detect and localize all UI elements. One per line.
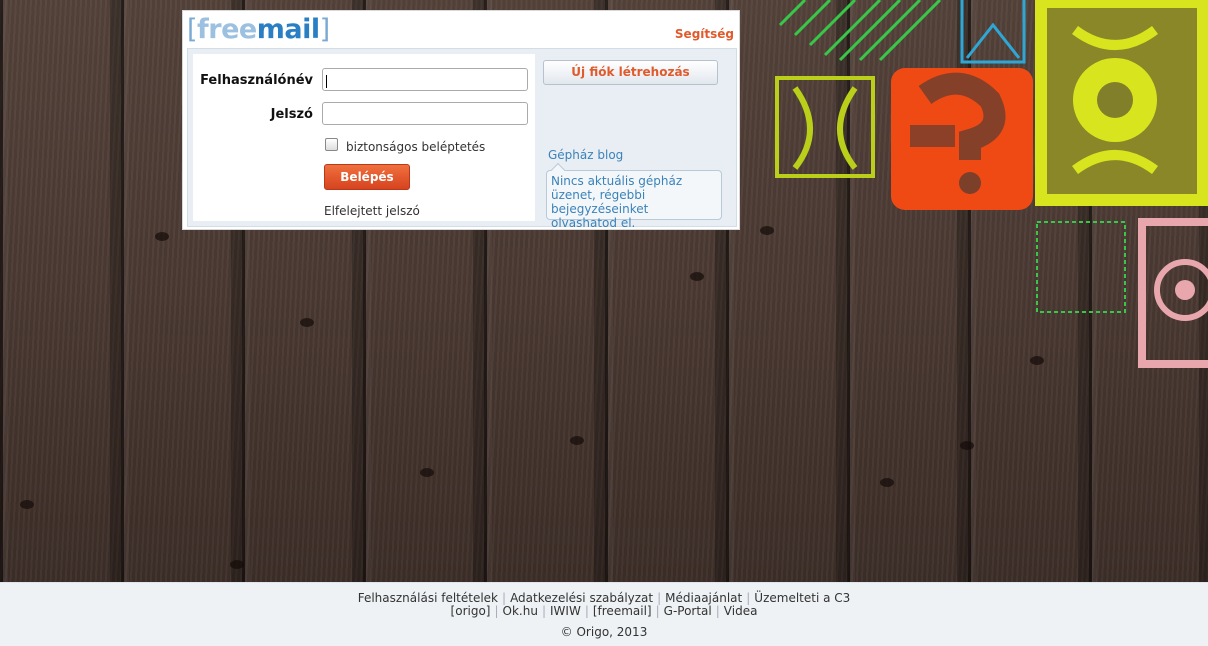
secure-login-checkbox[interactable] bbox=[325, 138, 338, 151]
footer-link-okhu[interactable]: Ok.hu bbox=[503, 604, 538, 618]
login-button[interactable]: Belépés bbox=[324, 164, 410, 190]
footer-links-row2: [origo] | Ok.hu | IWIW | [freemail] | G-Portal | V… bbox=[450, 604, 758, 618]
footer-link-origo[interactable]: [origo] bbox=[451, 604, 491, 618]
logo-bracket-close: ] bbox=[319, 14, 331, 45]
footer-link-gportal[interactable]: G-Portal bbox=[664, 604, 712, 618]
footer-link-videa[interactable]: Videa bbox=[724, 604, 758, 618]
decorative-pattern bbox=[775, 0, 1208, 368]
secure-login-label[interactable]: biztonságos beléptetés bbox=[346, 140, 485, 154]
footer-link-media[interactable]: Médiaajánlat bbox=[665, 591, 742, 605]
login-panel: [freemail] Segítség Felhasználónév Jelsz… bbox=[182, 10, 740, 230]
password-label: Jelszó bbox=[270, 107, 313, 122]
logo-free: free bbox=[197, 14, 257, 45]
new-account-button[interactable]: Új fiók létrehozás bbox=[543, 60, 718, 85]
blog-message-box: Nincs aktuális gépház üzenet, régebbi be… bbox=[546, 162, 722, 230]
help-link[interactable]: Segítség bbox=[675, 27, 734, 41]
password-input[interactable] bbox=[322, 102, 528, 125]
copyright: © Origo, 2013 bbox=[560, 625, 648, 639]
footer-link-terms[interactable]: Felhasználási feltételek bbox=[358, 591, 498, 605]
footer-link-freemail[interactable]: [freemail] bbox=[593, 604, 652, 618]
login-form: Felhasználónév Jelszó biztonságos belépt… bbox=[193, 54, 535, 221]
footer-link-privacy[interactable]: Adatkezelési szabályzat bbox=[510, 591, 653, 605]
forgot-password-link[interactable]: Elfelejtett jelszó bbox=[324, 204, 420, 218]
login-inner-panel: Felhasználónév Jelszó biztonságos belépt… bbox=[187, 48, 737, 230]
username-label: Felhasználónév bbox=[200, 73, 313, 88]
footer-link-iwiw[interactable]: IWIW bbox=[550, 604, 581, 618]
logo-mail: mail bbox=[256, 14, 320, 45]
freemail-logo[interactable]: [freemail] bbox=[187, 15, 330, 45]
footer: Felhasználási feltételek | Adatkezelési sz… bbox=[0, 582, 1208, 646]
text-caret bbox=[326, 75, 327, 88]
footer-link-operator[interactable]: Üzemelteti a C3 bbox=[754, 591, 850, 605]
logo-bracket-open: [ bbox=[187, 14, 198, 45]
username-input[interactable] bbox=[322, 68, 528, 91]
blog-message: Nincs aktuális gépház üzenet, régebbi be… bbox=[551, 174, 683, 230]
blog-title-link[interactable]: Gépház blog bbox=[548, 148, 623, 162]
